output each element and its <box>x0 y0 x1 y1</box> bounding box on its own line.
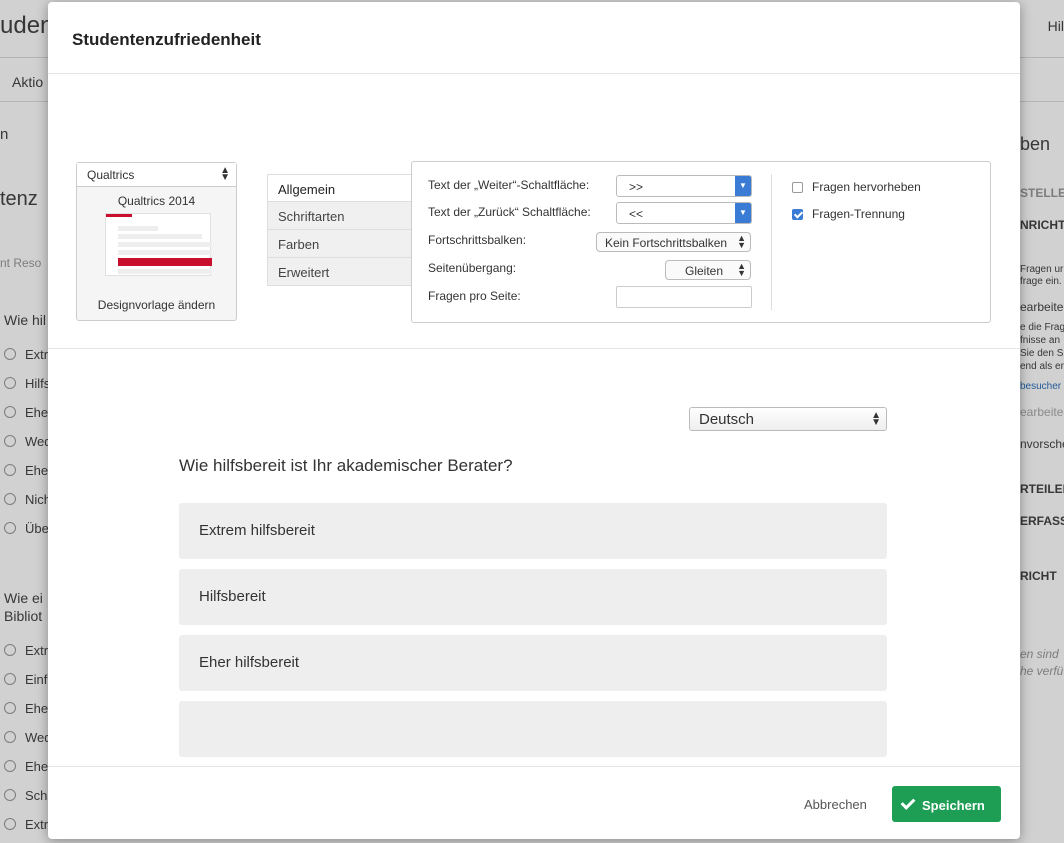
thumbnail-line <box>118 269 212 274</box>
dialog-title: Studentenzufriedenheit <box>72 30 261 49</box>
thumbnail-line <box>118 234 202 239</box>
settings-tabs: Allgemein Schriftarten Farben Erweitert <box>267 174 412 286</box>
updown-arrows-icon: ▲ ▼ <box>737 233 746 250</box>
highlight-questions-label: Fragen hervorheben <box>812 180 921 194</box>
question-separator-label: Fragen-Trennung <box>812 207 905 221</box>
dialog-footer: Abbrechen Speichern <box>48 766 1020 839</box>
preview-choice[interactable] <box>179 701 887 757</box>
tab-fonts[interactable]: Schriftarten <box>267 202 412 230</box>
theme-card: Qualtrics ▲ ▼ Qualtrics 2014 Designvorlag… <box>76 162 237 321</box>
back-button-text-input[interactable]: << ▼ <box>616 202 752 224</box>
progress-bar-value: Kein Fortschrittsbalken <box>605 236 728 250</box>
tab-general[interactable]: Allgemein <box>267 174 412 202</box>
checkmark-icon <box>900 795 916 810</box>
progress-bar-select[interactable]: Kein Fortschrittsbalken ▲ ▼ <box>596 232 751 252</box>
language-select[interactable]: Deutsch ▲ ▼ <box>689 407 887 431</box>
next-button-text-input[interactable]: >> ▼ <box>616 175 752 197</box>
highlight-questions-option[interactable]: Fragen hervorheben <box>792 180 921 194</box>
tab-colors[interactable]: Farben <box>267 230 412 258</box>
questions-per-page-label: Fragen pro Seite: <box>428 289 521 303</box>
preview-question-text: Wie hilfsbereit ist Ihr akademischer Ber… <box>179 456 513 475</box>
settings-area: Qualtrics ▲ ▼ Qualtrics 2014 Designvorlag… <box>48 75 1020 349</box>
dialog-header: Studentenzufriedenheit <box>48 2 1020 74</box>
updown-arrows-icon: ▲ ▼ <box>871 410 881 428</box>
back-button-text-value: << <box>629 207 644 221</box>
look-and-feel-dialog: Studentenzufriedenheit Qualtrics ▲ ▼ Qual… <box>48 2 1020 839</box>
thumbnail-brand-bar <box>106 214 132 217</box>
updown-arrows-icon: ▲ ▼ <box>220 165 230 183</box>
survey-preview: Deutsch ▲ ▼ Wie hilfsbereit ist Ihr akade… <box>48 350 1020 765</box>
progress-bar-label: Fortschrittsbalken: <box>428 233 527 247</box>
theme-selector[interactable]: Qualtrics ▲ ▼ <box>77 163 236 187</box>
save-button-label: Speichern <box>922 798 985 813</box>
save-button[interactable]: Speichern <box>892 786 1001 822</box>
thumbnail-line <box>118 242 212 247</box>
cancel-button[interactable]: Abbrechen <box>804 797 867 812</box>
preview-choice[interactable]: Hilfsbereit <box>179 569 887 625</box>
tab-advanced[interactable]: Erweitert <box>267 258 412 286</box>
back-button-text-label: Text der „Zurück“ Schaltfläche: <box>428 205 591 219</box>
next-button-text-label: Text der „Weiter“-Schaltfläche: <box>428 178 590 192</box>
questions-per-page-input[interactable] <box>616 286 752 308</box>
updown-arrows-icon: ▲ ▼ <box>737 261 746 278</box>
question-separator-checkbox[interactable] <box>792 209 803 220</box>
thumbnail-line <box>118 250 212 255</box>
thumbnail-line <box>118 226 158 231</box>
change-theme-link[interactable]: Designvorlage ändern <box>77 298 236 312</box>
dropdown-arrow-icon[interactable]: ▼ <box>735 203 751 223</box>
dropdown-arrow-icon[interactable]: ▼ <box>735 176 751 196</box>
next-button-text-value: >> <box>629 180 644 194</box>
preview-choice[interactable]: Extrem hilfsbereit <box>179 503 887 559</box>
page-transition-select[interactable]: Gleiten ▲ ▼ <box>665 260 751 280</box>
theme-name: Qualtrics 2014 <box>117 194 196 208</box>
highlight-questions-checkbox[interactable] <box>792 182 803 193</box>
thumbnail-selected-choice <box>118 258 212 266</box>
panel-divider <box>771 174 772 310</box>
theme-preview-thumbnail[interactable] <box>105 213 212 276</box>
preview-choice[interactable]: Eher hilfsbereit <box>179 635 887 691</box>
general-settings-panel: Text der „Weiter“-Schaltfläche: >> ▼ Tex… <box>411 161 991 323</box>
language-value: Deutsch <box>699 411 755 428</box>
page-transition-value: Gleiten <box>684 264 724 278</box>
question-separator-option[interactable]: Fragen-Trennung <box>792 207 905 221</box>
page-transition-label: Seitenübergang: <box>428 261 517 275</box>
theme-selector-label: Qualtrics <box>87 168 135 182</box>
